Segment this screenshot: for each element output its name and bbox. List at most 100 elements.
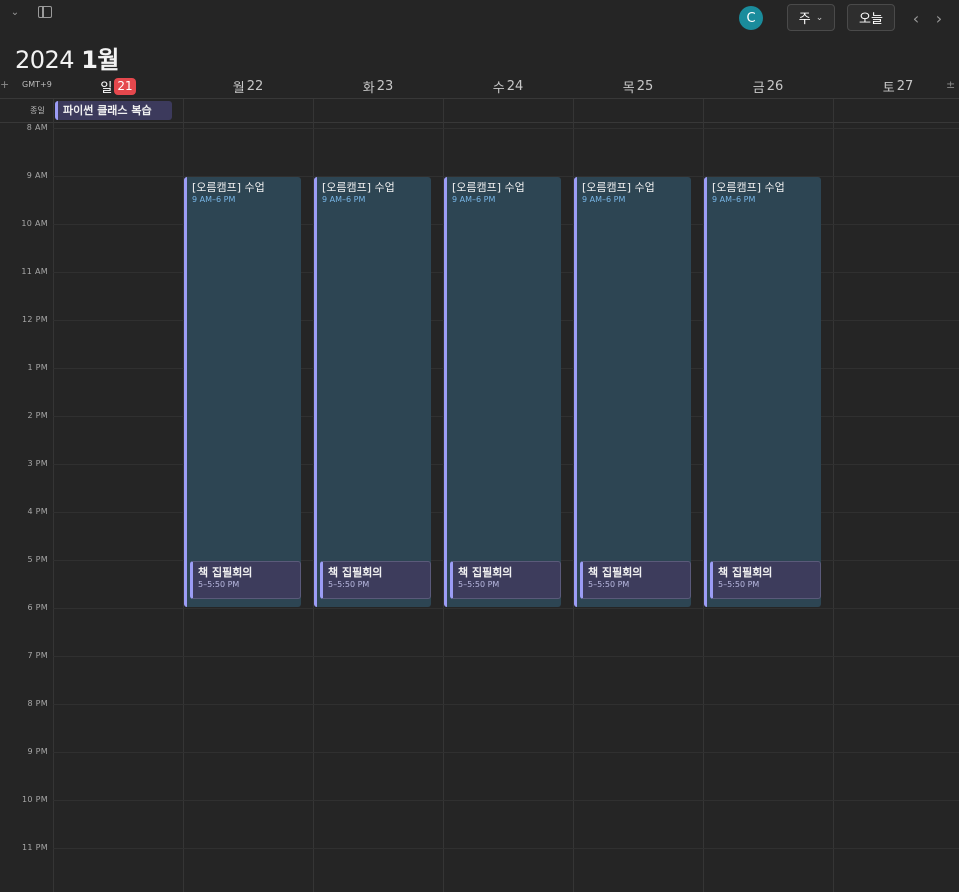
all-day-label: 종일 <box>30 106 45 115</box>
day-header-row: + GMT+9 ± 일 21 월 22 화 23 수 24 목 25 금 26 토 27 <box>0 72 959 99</box>
column-divider <box>833 99 834 123</box>
hour-line <box>53 752 959 753</box>
event-time: 9 AM–6 PM <box>322 195 366 204</box>
event-time: 9 AM–6 PM <box>452 195 496 204</box>
year-label: 2024 <box>15 46 75 74</box>
hour-label: 5 PM <box>27 555 48 564</box>
meeting-event[interactable]: 책 집필회의 5–5:50 PM <box>450 561 561 599</box>
column-divider <box>53 123 54 892</box>
today-button[interactable]: 오늘 <box>847 4 895 31</box>
class-event[interactable]: [오름캠프] 수업 9 AM–6 PM <box>574 177 691 607</box>
chevron-down-icon: ⌄ <box>815 12 824 23</box>
meeting-event[interactable]: 책 집필회의 5–5:50 PM <box>190 561 301 599</box>
event-time: 5–5:50 PM <box>588 580 630 589</box>
column-divider <box>443 99 444 123</box>
event-time: 9 AM–6 PM <box>192 195 236 204</box>
chevron-down-icon[interactable]: ⌄ <box>6 4 24 20</box>
hour-label: 1 PM <box>27 363 48 372</box>
day-date: 21 <box>114 77 136 95</box>
hour-label: 6 PM <box>27 603 48 612</box>
all-day-row: 종일 파이썬 클래스 복습 <box>0 99 959 123</box>
hour-label: 2 PM <box>27 411 48 420</box>
view-select-label: 주 <box>798 12 811 27</box>
day-header-22[interactable]: 월 22 <box>183 77 313 96</box>
day-header-25[interactable]: 목 25 <box>573 77 703 96</box>
day-date: 24 <box>506 78 524 94</box>
chevron-left-icon[interactable]: ‹ <box>907 8 925 28</box>
column-divider <box>313 99 314 123</box>
event-time: 9 AM–6 PM <box>712 195 756 204</box>
hour-label: 10 PM <box>22 795 48 804</box>
add-timezone-icon[interactable]: + <box>0 78 10 92</box>
hour-label: 9 PM <box>27 747 48 756</box>
event-title: 책 집필회의 <box>198 566 253 579</box>
hour-line <box>53 128 959 129</box>
event-time: 9 AM–6 PM <box>582 195 626 204</box>
day-name: 금 <box>752 80 765 96</box>
meeting-event[interactable]: 책 집필회의 5–5:50 PM <box>710 561 821 599</box>
event-title: [오름캠프] 수업 <box>582 181 655 194</box>
column-divider <box>183 99 184 123</box>
timezone-label: GMT+9 <box>22 80 52 89</box>
today-button-label: 오늘 <box>859 12 883 27</box>
day-name: 월 <box>232 80 245 96</box>
column-divider <box>703 99 704 123</box>
chevron-right-icon[interactable]: › <box>930 8 948 28</box>
class-event[interactable]: [오름캠프] 수업 9 AM–6 PM <box>704 177 821 607</box>
day-header-23[interactable]: 화 23 <box>313 77 443 96</box>
event-title: [오름캠프] 수업 <box>192 181 265 194</box>
day-name: 화 <box>362 80 375 96</box>
class-event[interactable]: [오름캠프] 수업 9 AM–6 PM <box>444 177 561 607</box>
avatar-letter: C <box>746 10 756 26</box>
hour-line <box>53 800 959 801</box>
day-header-24[interactable]: 수 24 <box>443 77 573 96</box>
hour-label: 8 PM <box>27 699 48 708</box>
avatar[interactable]: C <box>739 6 763 30</box>
class-event[interactable]: [오름캠프] 수업 9 AM–6 PM <box>314 177 431 607</box>
event-time: 5–5:50 PM <box>718 580 760 589</box>
day-date: 27 <box>896 78 914 94</box>
hour-label: 4 PM <box>27 507 48 516</box>
all-day-event[interactable]: 파이썬 클래스 복습 <box>55 101 172 120</box>
hour-label: 3 PM <box>27 459 48 468</box>
hour-label: 9 AM <box>26 171 48 180</box>
column-divider <box>833 123 834 892</box>
column-divider <box>573 99 574 123</box>
top-toolbar: ⌄ C 주 ⌄ 오늘 ‹ › <box>0 0 959 36</box>
sidebar-toggle-icon[interactable] <box>36 4 54 20</box>
day-header-27[interactable]: 토 27 <box>833 77 959 96</box>
time-grid: 8 AM 9 AM 10 AM 11 AM 12 PM 1 PM 2 PM 3 PM 4 PM 5… <box>0 123 959 892</box>
event-time: 5–5:50 PM <box>458 580 500 589</box>
day-name: 토 <box>882 80 895 96</box>
day-name: 수 <box>492 80 505 96</box>
hour-label: 8 AM <box>26 123 48 132</box>
day-date: 23 <box>376 78 394 94</box>
meeting-event[interactable]: 책 집필회의 5–5:50 PM <box>580 561 691 599</box>
hour-line <box>53 656 959 657</box>
hour-label: 7 PM <box>27 651 48 660</box>
event-title: 책 집필회의 <box>588 566 643 579</box>
hour-label: 10 AM <box>21 219 48 228</box>
hour-label: 11 AM <box>21 267 48 276</box>
day-header-26[interactable]: 금 26 <box>703 77 833 96</box>
view-select[interactable]: 주 ⌄ <box>787 4 835 31</box>
month-label: 1월 <box>81 46 119 74</box>
event-title: 책 집필회의 <box>458 566 513 579</box>
day-name: 일 <box>100 80 113 96</box>
hour-label: 11 PM <box>22 843 48 852</box>
event-title: 책 집필회의 <box>718 566 773 579</box>
event-title: [오름캠프] 수업 <box>322 181 395 194</box>
hour-line <box>53 704 959 705</box>
event-title: [오름캠프] 수업 <box>452 181 525 194</box>
day-date: 22 <box>246 78 264 94</box>
day-date: 25 <box>636 78 654 94</box>
hour-line <box>53 608 959 609</box>
meeting-event[interactable]: 책 집필회의 5–5:50 PM <box>320 561 431 599</box>
event-title: 책 집필회의 <box>328 566 383 579</box>
day-date: 26 <box>766 78 784 94</box>
column-divider <box>53 99 54 123</box>
day-name: 목 <box>622 80 635 96</box>
class-event[interactable]: [오름캠프] 수업 9 AM–6 PM <box>184 177 301 607</box>
day-header-21[interactable]: 일 21 <box>53 77 183 96</box>
event-time: 5–5:50 PM <box>198 580 240 589</box>
